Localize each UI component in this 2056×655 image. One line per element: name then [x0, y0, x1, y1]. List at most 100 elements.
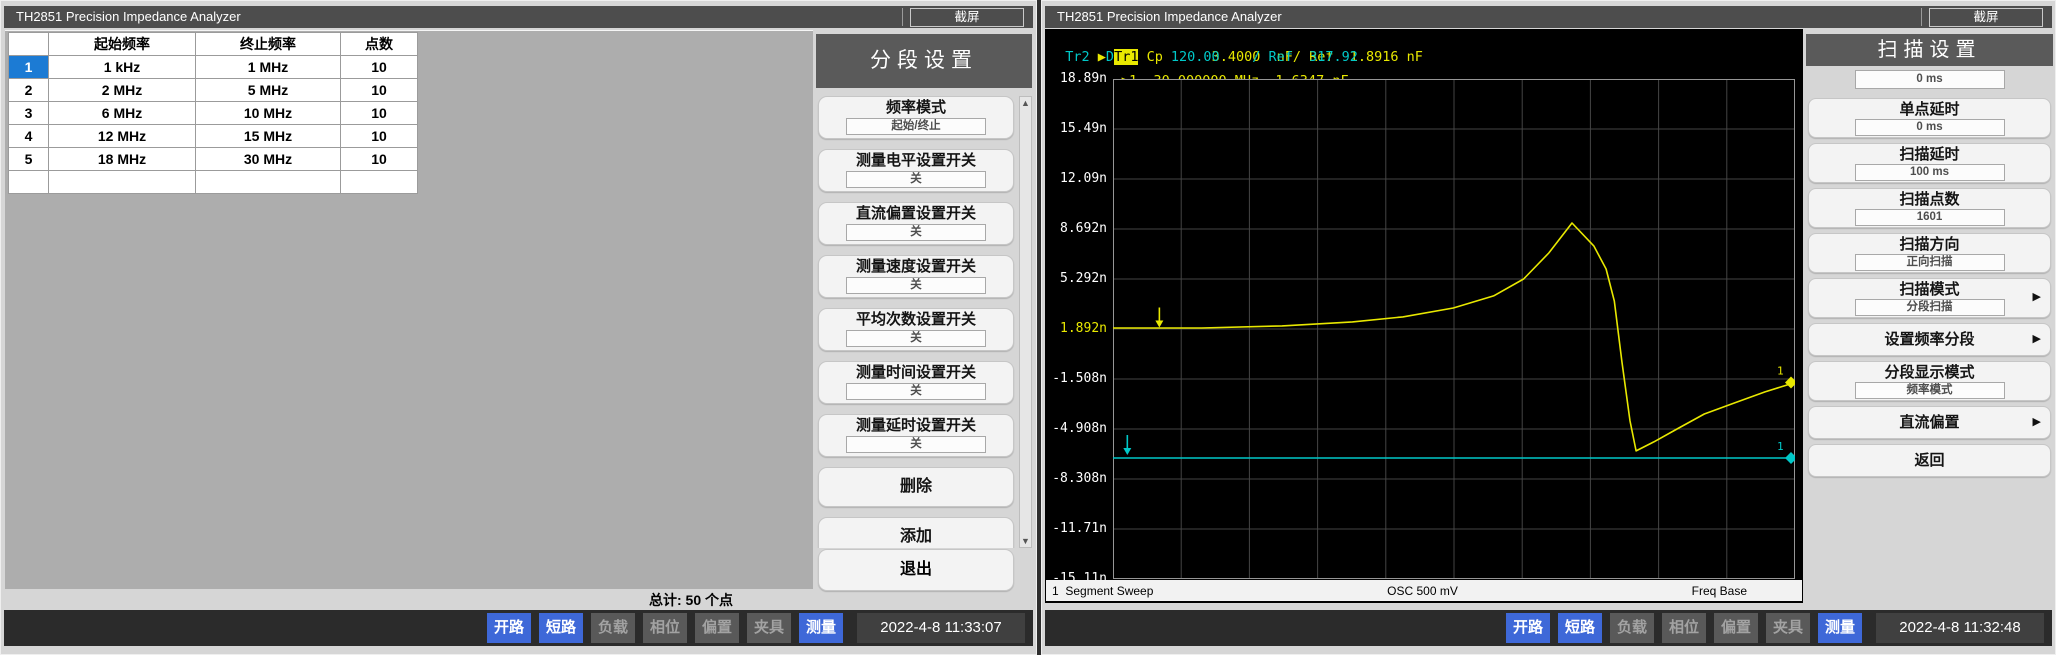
panel-button-直流偏置设置开关[interactable]: 直流偏置设置开关关 [818, 202, 1014, 245]
panel-button-扫描点数[interactable]: 扫描点数1601 [1808, 188, 2051, 228]
statusbar-button-短路[interactable]: 短路 [1558, 613, 1602, 643]
stop-frequency-cell[interactable]: 1 MHz [196, 56, 341, 79]
statusbar-button-负载[interactable]: 负载 [591, 613, 635, 643]
row-number-cell[interactable] [9, 171, 49, 194]
panel-button-直流偏置[interactable]: 直流偏置▶ [1808, 406, 2051, 439]
button-label: 平均次数设置开关 [819, 309, 1013, 330]
segment-table-header: 起始频率终止频率点数 [9, 33, 418, 56]
start-frequency-cell[interactable]: 2 MHz [49, 79, 196, 102]
statusbar-button-夹具[interactable]: 夹具 [1766, 613, 1810, 643]
stop-frequency-cell[interactable]: 15 MHz [196, 125, 341, 148]
button-label: 直流偏置 [1809, 407, 2050, 438]
button-label: 设置频率分段 [1809, 324, 2050, 355]
table-row[interactable]: 36 MHz10 MHz10 [9, 102, 418, 125]
start-frequency-cell[interactable]: 12 MHz [49, 125, 196, 148]
panel-button-频率模式[interactable]: 频率模式起始/终止 [818, 96, 1014, 139]
segment-setup-panel: 分段设置 频率模式起始/终止测量电平设置开关关直流偏置设置开关关测量速度设置开关… [816, 34, 1032, 594]
status-bar: 开路短路负载相位偏置夹具测量 2022-4-8 11:33:07 [4, 610, 1033, 646]
statusbar-button-开路[interactable]: 开路 [1506, 613, 1550, 643]
button-label: 测量时间设置开关 [819, 362, 1013, 383]
y-tick-label: 12.09n [1045, 171, 1107, 186]
titlebar-divider [1921, 8, 1922, 26]
statusbar-button-偏置[interactable]: 偏置 [1714, 613, 1758, 643]
screenshot-button[interactable]: 截屏 [1929, 8, 2043, 27]
points-cell[interactable]: 10 [341, 102, 418, 125]
column-header-index [9, 33, 49, 56]
panel-button-测量时间设置开关[interactable]: 测量时间设置开关关 [818, 361, 1014, 404]
y-tick-label: -4.908n [1045, 421, 1107, 436]
start-frequency-cell[interactable]: 6 MHz [49, 102, 196, 125]
start-frequency-cell[interactable]: 1 kHz [49, 56, 196, 79]
panel-button-扫描模式[interactable]: 扫描模式分段扫描▶ [1808, 278, 2051, 318]
row-number-cell[interactable]: 1 [9, 56, 49, 79]
panel-button-单点延时[interactable]: 单点延时0 ms [1808, 98, 2051, 138]
panel-button-partial[interactable]: 0 ms [1808, 70, 2051, 93]
panel-button-测量延时设置开关[interactable]: 测量延时设置开关关 [818, 414, 1014, 457]
sweep-type-label: 1 Segment Sweep [1052, 584, 1153, 598]
table-row[interactable]: 518 MHz30 MHz10 [9, 148, 418, 171]
row-number-cell[interactable]: 3 [9, 102, 49, 125]
panel-button-扫描方向[interactable]: 扫描方向正向扫描 [1808, 233, 2051, 273]
points-cell[interactable]: 10 [341, 56, 418, 79]
y-tick-label: -11.71n [1045, 521, 1107, 536]
statusbar-button-偏置[interactable]: 偏置 [695, 613, 739, 643]
button-value: 关 [846, 171, 986, 188]
statusbar-button-测量[interactable]: 测量 [799, 613, 843, 643]
row-number-cell[interactable]: 2 [9, 79, 49, 102]
screenshot-button[interactable]: 截屏 [910, 8, 1024, 27]
row-number-cell[interactable]: 5 [9, 148, 49, 171]
panel-button-list: 频率模式起始/终止测量电平设置开关关直流偏置设置开关关测量速度设置开关关平均次数… [816, 96, 1016, 548]
panel-button-平均次数设置开关[interactable]: 平均次数设置开关关 [818, 308, 1014, 351]
chart-area: ▶ Tr1 Cp 3.4000 nF/ Ref 1.8916 nF Tr2 D … [1045, 29, 1803, 603]
stop-frequency-cell[interactable]: 5 MHz [196, 79, 341, 102]
statusbar-button-测量[interactable]: 测量 [1818, 613, 1862, 643]
points-cell[interactable]: 10 [341, 125, 418, 148]
scroll-down-icon[interactable]: ▼ [1020, 536, 1031, 546]
exit-button[interactable]: 退出 [818, 549, 1014, 591]
sweep-plot: 11 [1113, 79, 1795, 579]
statusbar-button-短路[interactable]: 短路 [539, 613, 583, 643]
statusbar-button-开路[interactable]: 开路 [487, 613, 531, 643]
row-number-cell[interactable]: 4 [9, 125, 49, 148]
panel-button-测量电平设置开关[interactable]: 测量电平设置开关关 [818, 149, 1014, 192]
segment-table: 起始频率终止频率点数 11 kHz1 MHz1022 MHz5 MHz1036 … [8, 32, 418, 194]
panel-button-测量速度设置开关[interactable]: 测量速度设置开关关 [818, 255, 1014, 298]
button-label: 扫描模式 [1809, 279, 2050, 299]
points-cell[interactable]: 10 [341, 79, 418, 102]
panel-button-删除[interactable]: 删除 [818, 467, 1014, 507]
points-cell[interactable] [341, 171, 418, 194]
panel-scrollbar[interactable]: ▲ ▼ [1019, 96, 1032, 548]
table-row[interactable]: 11 kHz1 MHz10 [9, 56, 418, 79]
submenu-arrow-icon: ▶ [2033, 290, 2041, 303]
stop-frequency-cell[interactable]: 10 MHz [196, 102, 341, 125]
button-label: 扫描方向 [1809, 234, 2050, 254]
stop-frequency-cell[interactable] [196, 171, 341, 194]
button-label: 返回 [1809, 445, 2050, 476]
sweep-setup-window: TH2851 Precision Impedance Analyzer 截屏 ▶… [1041, 0, 2056, 655]
statusbar-button-负载[interactable]: 负载 [1610, 613, 1654, 643]
button-value: 关 [846, 436, 986, 453]
statusbar-button-相位[interactable]: 相位 [1662, 613, 1706, 643]
column-header-2: 终止频率 [196, 33, 341, 56]
table-row[interactable]: 22 MHz5 MHz10 [9, 79, 418, 102]
panel-button-扫描延时[interactable]: 扫描延时100 ms [1808, 143, 2051, 183]
scroll-up-icon[interactable]: ▲ [1020, 98, 1031, 108]
statusbar-button-夹具[interactable]: 夹具 [747, 613, 791, 643]
table-row[interactable]: 412 MHz15 MHz10 [9, 125, 418, 148]
points-cell[interactable]: 10 [341, 148, 418, 171]
start-frequency-cell[interactable]: 18 MHz [49, 148, 196, 171]
table-row[interactable] [9, 171, 418, 194]
button-value: 关 [846, 224, 986, 241]
stop-frequency-cell[interactable]: 30 MHz [196, 148, 341, 171]
panel-button-分段显示模式[interactable]: 分段显示模式频率模式 [1808, 361, 2051, 401]
window-title: TH2851 Precision Impedance Analyzer [1057, 9, 1282, 24]
panel-button-返回[interactable]: 返回 [1808, 444, 2051, 477]
panel-button-添加[interactable]: 添加 [818, 517, 1014, 548]
panel-title: 分段设置 [816, 34, 1032, 88]
statusbar-button-相位[interactable]: 相位 [643, 613, 687, 643]
button-value: 频率模式 [1855, 382, 2005, 399]
timestamp: 2022-4-8 11:33:07 [857, 613, 1025, 643]
panel-button-设置频率分段[interactable]: 设置频率分段▶ [1808, 323, 2051, 356]
trace2-readout: Tr2 D 120.00 / Ref 317.92 [1049, 49, 1358, 65]
start-frequency-cell[interactable] [49, 171, 196, 194]
